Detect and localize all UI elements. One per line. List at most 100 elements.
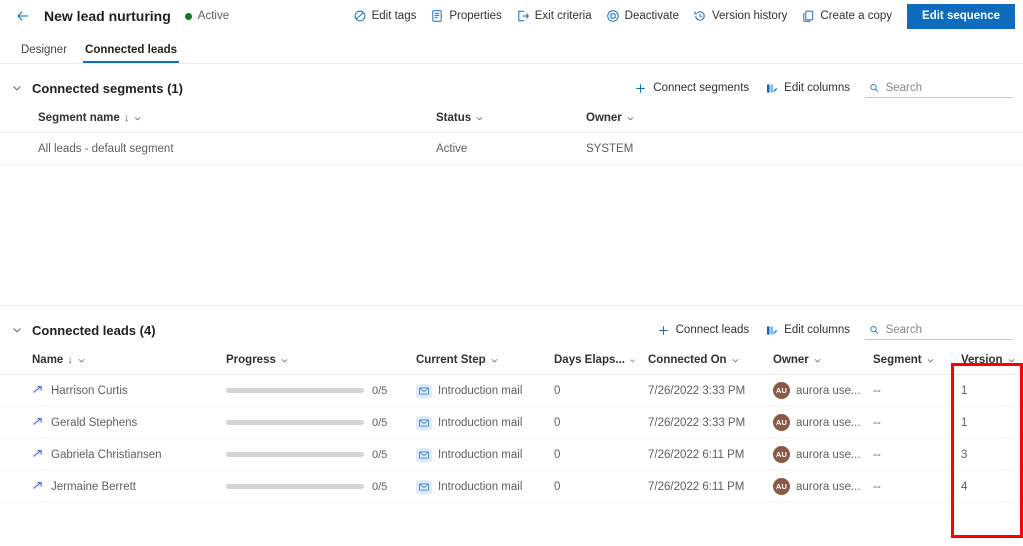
current-step-label: Introduction mail <box>438 448 523 461</box>
connect-leads-button[interactable]: Connect leads <box>650 320 757 341</box>
connect-leads-label: Connect leads <box>675 324 750 336</box>
connected-leads-header: Connected leads (4) Connect leads Edit c… <box>0 312 1023 348</box>
lead-name-cell[interactable]: Gerald Stephens <box>0 406 220 439</box>
back-button[interactable] <box>10 3 36 29</box>
connected-segments-table: Segment name ↓ Status Owner All leads - … <box>0 106 1023 165</box>
connected-segments-header: Connected segments (1) Connect segments … <box>0 70 1023 106</box>
lead-owner-cell: AU aurora use... <box>767 438 867 471</box>
connect-segments-label: Connect segments <box>653 82 750 94</box>
segment-owner-cell: SYSTEM <box>580 132 1023 165</box>
lead-days-elapsed-cell: 0 <box>548 470 642 503</box>
connect-segments-button[interactable]: Connect segments <box>627 78 756 99</box>
version-history-label: Version history <box>711 10 788 22</box>
leads-col-segment[interactable]: Segment <box>867 348 955 375</box>
lead-name-cell[interactable]: Jermaine Berrett <box>0 470 220 503</box>
progress-bar <box>226 420 364 425</box>
lead-version-cell: 1 <box>955 374 1023 407</box>
lead-connected-on-cell: 7/26/2022 6:11 PM <box>642 438 767 471</box>
edit-columns-icon <box>767 83 778 93</box>
progress-label: 0/5 <box>372 384 388 397</box>
status-label: Active <box>197 10 230 22</box>
connected-segments-title: Connected segments (1) <box>32 80 183 96</box>
leads-col-progress[interactable]: Progress <box>220 348 410 375</box>
tab-bar: Designer Connected leads <box>0 32 1023 64</box>
chevron-down-icon <box>627 116 634 120</box>
table-row[interactable]: Harrison Curtis 0/5 Introduction mail 0 … <box>0 374 1023 407</box>
segments-collapse-toggle[interactable] <box>6 77 28 99</box>
current-step-label: Introduction mail <box>438 384 523 397</box>
current-step-label: Introduction mail <box>438 480 523 493</box>
progress-label: 0/5 <box>372 416 388 429</box>
lead-owner-cell: AU aurora use... <box>767 406 867 439</box>
leads-col-days-elapsed[interactable]: Days Elaps... <box>548 348 642 375</box>
leads-search-input[interactable] <box>885 323 1011 336</box>
deactivate-button[interactable]: Deactivate <box>599 0 686 32</box>
leads-search-box[interactable] <box>865 321 1013 340</box>
command-bar-actions: Edit tags Properties Exit criteria Deact… <box>346 0 1023 32</box>
leads-header-row: Name ↓ Progress Current Step Days Elaps.… <box>0 348 1023 375</box>
leads-col-current-step[interactable]: Current Step <box>410 348 548 375</box>
segments-col-owner[interactable]: Owner <box>580 106 1023 133</box>
plus-icon <box>658 325 668 335</box>
leads-col-connected-on[interactable]: Connected On <box>642 348 767 375</box>
app-root: New lead nurturing Active Edit tags Prop… <box>0 0 1023 546</box>
lead-owner-cell: AU aurora use... <box>767 374 867 407</box>
tag-icon <box>354 10 365 22</box>
chevron-down-icon <box>732 358 738 362</box>
lead-days-elapsed-cell: 0 <box>548 374 642 407</box>
segments-search-input[interactable] <box>885 81 1011 94</box>
segments-edit-columns-button[interactable]: Edit columns <box>758 78 857 99</box>
tab-designer[interactable]: Designer <box>12 44 76 63</box>
leads-actions: Connect leads Edit columns <box>650 320 1015 341</box>
lead-current-step-cell: Introduction mail <box>410 374 548 407</box>
lead-name-label: Jermaine Berrett <box>51 480 137 493</box>
create-a-copy-button[interactable]: Create a copy <box>794 0 899 32</box>
properties-button[interactable]: Properties <box>423 0 508 32</box>
deactivate-label: Deactivate <box>624 10 679 22</box>
sort-descending-icon: ↓ <box>67 353 73 366</box>
table-row[interactable]: All leads - default segment Active SYSTE… <box>0 132 1023 165</box>
tab-connected-leads[interactable]: Connected leads <box>76 44 186 63</box>
lead-arrow-icon <box>33 482 42 489</box>
segments-edit-columns-label: Edit columns <box>784 82 850 94</box>
leads-collapse-toggle[interactable] <box>6 319 28 341</box>
segments-col-segment-name[interactable]: Segment name ↓ <box>0 106 430 133</box>
segments-actions: Connect segments Edit columns <box>627 78 1015 99</box>
leads-edit-columns-button[interactable]: Edit columns <box>758 320 857 341</box>
lead-owner-cell: AU aurora use... <box>767 470 867 503</box>
leads-col-version[interactable]: Version <box>955 348 1023 375</box>
lead-version-cell: 1 <box>955 406 1023 439</box>
lead-name-cell[interactable]: Harrison Curtis <box>0 374 220 407</box>
table-row[interactable]: Gabriela Christiansen 0/5 Introduction m… <box>0 438 1023 471</box>
segments-col-status[interactable]: Status <box>430 106 580 133</box>
table-row[interactable]: Gerald Stephens 0/5 Introduction mail 0 … <box>0 406 1023 439</box>
mail-icon <box>416 415 432 430</box>
edit-sequence-button[interactable]: Edit sequence <box>907 3 1015 29</box>
avatar: AU <box>773 382 790 399</box>
exit-criteria-button[interactable]: Exit criteria <box>509 0 599 32</box>
status-dot-icon <box>184 12 192 20</box>
leads-col-name[interactable]: Name ↓ <box>0 348 220 375</box>
lead-version-cell: 4 <box>955 470 1023 503</box>
mail-icon <box>416 479 432 494</box>
edit-tags-button[interactable]: Edit tags <box>346 0 424 32</box>
lead-segment-cell: -- <box>867 406 955 439</box>
owner-label: aurora use... <box>796 384 861 397</box>
segments-search-box[interactable] <box>865 79 1013 98</box>
version-history-button[interactable]: Version history <box>686 0 794 32</box>
lead-connected-on-cell: 7/26/2022 6:11 PM <box>642 470 767 503</box>
owner-label: aurora use... <box>796 416 861 429</box>
lead-current-step-cell: Introduction mail <box>410 470 548 503</box>
leads-col-owner[interactable]: Owner <box>767 348 867 375</box>
mail-icon <box>416 383 432 398</box>
chevron-down-icon <box>134 116 141 120</box>
table-row[interactable]: Jermaine Berrett 0/5 Introduction mail 0… <box>0 470 1023 503</box>
lead-arrow-icon <box>33 450 42 457</box>
owner-label: aurora use... <box>796 448 861 461</box>
lead-name-label: Harrison Curtis <box>51 384 128 397</box>
lead-progress-cell: 0/5 <box>220 374 410 407</box>
lead-version-cell: 3 <box>955 438 1023 471</box>
lead-name-cell[interactable]: Gabriela Christiansen <box>0 438 220 471</box>
segment-name-cell: All leads - default segment <box>0 132 430 165</box>
section-divider <box>0 305 1023 306</box>
